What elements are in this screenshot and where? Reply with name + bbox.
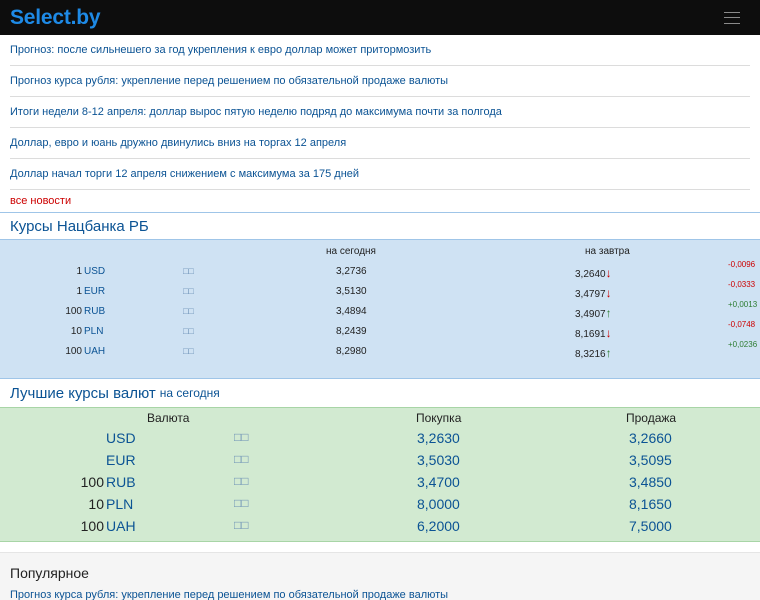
- rate-change: +0,0013: [728, 300, 758, 309]
- buy-rate-link[interactable]: 3,4700: [417, 474, 460, 490]
- rate-tomorrow: 3,4907↑: [575, 306, 612, 320]
- rate-change: +0,0236: [728, 340, 758, 349]
- news-item: Доллар, евро и юань дружно двинулись вни…: [10, 128, 750, 159]
- flag-icon: □□: [234, 452, 249, 466]
- news-link[interactable]: Доллар начал торги 12 апреля снижением с…: [10, 168, 359, 180]
- best-rates-title: Лучшие курсы валют на сегодня: [10, 384, 220, 402]
- col-header-tomorrow: на завтра: [585, 246, 630, 257]
- sell-rate-link[interactable]: 7,5000: [629, 518, 672, 534]
- nbrb-row-pln: 10 PLN □□ 8,2439 8,1691↓ -0,0748: [0, 320, 760, 345]
- currency-link-rub[interactable]: RUB: [84, 306, 105, 317]
- nbrb-row-rub: 100 RUB □□ 3,4894 3,4907↑ +0,0013: [0, 300, 760, 325]
- rate-quantity: 100: [65, 346, 82, 357]
- rate-today: 8,2439: [336, 326, 367, 337]
- rate-change: -0,0333: [728, 280, 756, 289]
- news-link[interactable]: Итоги недели 8-12 апреля: доллар вырос п…: [10, 106, 502, 118]
- rate-quantity: 1: [76, 266, 82, 277]
- currency-link-usd[interactable]: USD: [106, 430, 136, 446]
- flag-icon: □□: [234, 496, 249, 510]
- sell-rate-link[interactable]: 3,4850: [629, 474, 672, 490]
- col-header-currency: Валюта: [147, 411, 190, 425]
- nbrb-section: Курсы Нацбанка РБ на сегодня на завтра 1…: [0, 212, 760, 379]
- nbrb-row-usd: 1 USD □□ 3,2736 3,2640↓ -0,0096: [0, 260, 760, 285]
- currency-link-eur[interactable]: EUR: [106, 452, 136, 468]
- rate-tomorrow: 8,3216↑: [575, 346, 612, 360]
- popular-title: Популярное: [10, 565, 89, 581]
- best-row-uah: 100 UAH □□ 6,2000 7,5000: [0, 518, 760, 540]
- flag-icon: □□: [183, 286, 194, 296]
- rate-today: 3,4894: [336, 306, 367, 317]
- rate-quantity: 10: [88, 496, 104, 512]
- news-link[interactable]: Прогноз курса рубля: укрепление перед ре…: [10, 75, 448, 87]
- buy-rate-link[interactable]: 8,0000: [417, 496, 460, 512]
- rate-tomorrow: 3,4797↓: [575, 286, 612, 300]
- rate-quantity: 100: [80, 518, 104, 534]
- rate-quantity: 100: [65, 306, 82, 317]
- rate-quantity: 1: [76, 286, 82, 297]
- rate-change: -0,0096: [728, 260, 756, 269]
- arrow-up-icon: ↑: [605, 306, 612, 320]
- rate-today: 8,2980: [336, 346, 367, 357]
- sell-rate-link[interactable]: 3,5095: [629, 452, 672, 468]
- news-item: Прогноз: после сильнешего за год укрепле…: [10, 35, 750, 66]
- nbrb-rates-table: на сегодня на завтра 1 USD □□ 3,2736 3,2…: [0, 239, 760, 379]
- nbrb-title: Курсы Нацбанка РБ: [10, 217, 149, 235]
- all-news-link[interactable]: все новости: [10, 195, 71, 207]
- site-logo[interactable]: Select.by: [10, 6, 101, 30]
- rate-tomorrow: 3,2640↓: [575, 266, 612, 280]
- rate-today: 3,5130: [336, 286, 367, 297]
- arrow-down-icon: ↓: [605, 326, 612, 340]
- popular-section: Популярное Прогноз курса рубля: укреплен…: [0, 552, 760, 600]
- currency-link-pln[interactable]: PLN: [106, 496, 133, 512]
- currency-link-eur[interactable]: EUR: [84, 286, 105, 297]
- hamburger-menu-icon[interactable]: [724, 11, 740, 24]
- nbrb-row-eur: 1 EUR □□ 3,5130 3,4797↓ -0,0333: [0, 280, 760, 305]
- col-header-today: на сегодня: [326, 246, 376, 257]
- flag-icon: □□: [234, 518, 249, 532]
- flag-icon: □□: [183, 266, 194, 276]
- news-item: Итоги недели 8-12 апреля: доллар вырос п…: [10, 97, 750, 128]
- news-item: Прогноз курса рубля: укрепление перед ре…: [10, 66, 750, 97]
- best-rates-section: Лучшие курсы валют на сегодня Валюта Поку…: [0, 379, 760, 542]
- rate-quantity: 100: [80, 474, 104, 490]
- best-rates-table: Валюта Покупка Продажа USD □□ 3,2630 3,2…: [0, 407, 760, 542]
- news-link[interactable]: Доллар, евро и юань дружно двинулись вни…: [10, 137, 346, 149]
- flag-icon: □□: [183, 326, 194, 336]
- sell-rate-link[interactable]: 8,1650: [629, 496, 672, 512]
- currency-link-pln[interactable]: PLN: [84, 326, 103, 337]
- rate-quantity: 10: [70, 326, 82, 337]
- news-list: Прогноз: после сильнешего за год укрепле…: [0, 35, 760, 212]
- flag-icon: □□: [183, 346, 194, 356]
- best-row-usd: USD □□ 3,2630 3,2660: [0, 430, 760, 452]
- top-navbar: Select.by: [0, 0, 760, 35]
- rate-change: -0,0748: [728, 320, 756, 329]
- nbrb-row-uah: 100 UAH □□ 8,2980 8,3216↑ +0,0236: [0, 340, 760, 365]
- arrow-down-icon: ↓: [605, 266, 612, 280]
- rate-tomorrow: 8,1691↓: [575, 326, 612, 340]
- buy-rate-link[interactable]: 3,2630: [417, 430, 460, 446]
- rate-today: 3,2736: [336, 266, 367, 277]
- best-row-rub: 100 RUB □□ 3,4700 3,4850: [0, 474, 760, 496]
- flag-icon: □□: [234, 474, 249, 488]
- col-header-buy: Покупка: [416, 411, 462, 425]
- arrow-down-icon: ↓: [605, 286, 612, 300]
- sell-rate-link[interactable]: 3,2660: [629, 430, 672, 446]
- buy-rate-link[interactable]: 6,2000: [417, 518, 460, 534]
- all-news-row: все новости: [10, 190, 750, 212]
- buy-rate-link[interactable]: 3,5030: [417, 452, 460, 468]
- best-row-eur: EUR □□ 3,5030 3,5095: [0, 452, 760, 474]
- col-header-sell: Продажа: [626, 411, 677, 425]
- currency-link-uah[interactable]: UAH: [106, 518, 136, 534]
- flag-icon: □□: [183, 306, 194, 316]
- news-item: Доллар начал торги 12 апреля снижением с…: [10, 159, 750, 190]
- popular-link[interactable]: Прогноз курса рубля: укрепление перед ре…: [10, 589, 448, 600]
- popular-item: Прогноз курса рубля: укрепление перед ре…: [0, 589, 760, 600]
- currency-link-usd[interactable]: USD: [84, 266, 105, 277]
- news-link[interactable]: Прогноз: после сильнешего за год укрепле…: [10, 44, 431, 56]
- flag-icon: □□: [234, 430, 249, 444]
- best-row-pln: 10 PLN □□ 8,0000 8,1650: [0, 496, 760, 518]
- currency-link-rub[interactable]: RUB: [106, 474, 136, 490]
- arrow-up-icon: ↑: [605, 346, 612, 360]
- currency-link-uah[interactable]: UAH: [84, 346, 105, 357]
